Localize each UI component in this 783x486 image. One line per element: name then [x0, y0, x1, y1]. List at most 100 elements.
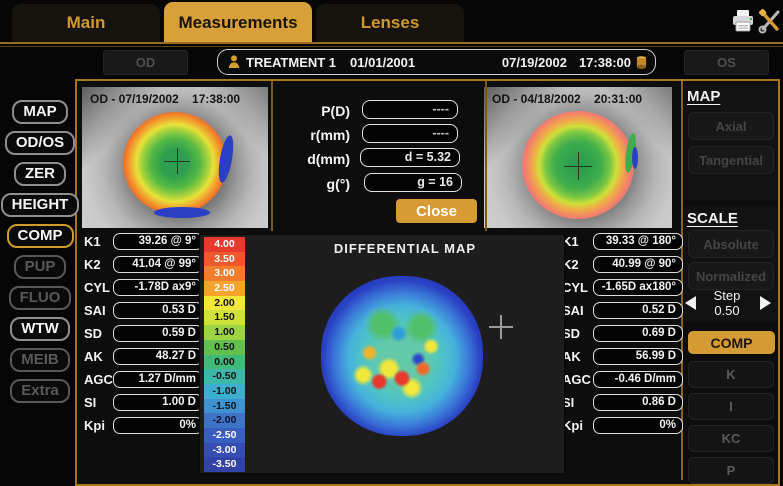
absolute-button[interactable]: Absolute [688, 230, 774, 258]
row-label: CYL [562, 280, 593, 295]
row-value: 0.52 D [593, 302, 683, 319]
scale-cell: -1.50 [204, 399, 245, 414]
p-field[interactable]: ---- [362, 100, 458, 119]
table-row: CYL-1.78D ax9° [84, 279, 203, 296]
table-row: SAI0.52 D [562, 302, 683, 319]
treatment-bar[interactable]: TREATMENT 1 01/01/2001 07/19/2002 17:38:… [217, 49, 656, 75]
map-group: MAP [684, 84, 778, 200]
p-button[interactable]: P [688, 457, 774, 484]
table-row: SI0.86 D [562, 394, 683, 411]
table-row: AGC1.27 D/mm [84, 371, 203, 388]
scale-cell: 3.50 [204, 252, 245, 267]
row-label: AK [562, 349, 593, 364]
os-button[interactable]: OS [684, 50, 769, 75]
normalized-button[interactable]: Normalized [688, 262, 774, 290]
row-value: 40.99 @ 90° [593, 256, 683, 273]
row-label: AK [84, 349, 113, 364]
row-label: K2 [562, 257, 593, 272]
g-field[interactable]: g = 16 [364, 173, 462, 192]
sidebar-item-meib[interactable]: MEIB [10, 348, 70, 372]
scale-cell: 2.00 [204, 296, 245, 311]
exam-time: 17:38:00 [579, 55, 631, 70]
row-value: -1.65D ax180° [593, 279, 683, 296]
table-row: Kpi0% [84, 417, 203, 434]
sidebar-item-zer[interactable]: ZER [14, 162, 66, 186]
tab-main[interactable]: Main [12, 4, 160, 42]
map-title: DIFFERENTIAL MAP [246, 241, 564, 256]
row-value: 0% [113, 417, 203, 434]
exam-photo-right[interactable]: OD - 04/18/2002 20:31:00 [484, 87, 672, 228]
sidebar-item-height[interactable]: HEIGHT [1, 193, 80, 217]
row-label: K1 [562, 234, 593, 249]
od-button[interactable]: OD [103, 50, 188, 75]
row-value: 48.27 D [113, 348, 203, 365]
comp-button[interactable]: COMP [688, 331, 775, 354]
exam-caption-right: OD - 04/18/2002 20:31:00 [492, 92, 642, 106]
row-label: SD [84, 326, 113, 341]
r-field[interactable]: ---- [362, 124, 458, 143]
scale-cell: -3.50 [204, 457, 245, 472]
field-label-g: g(°) [306, 176, 350, 192]
tab-lenses[interactable]: Lenses [316, 4, 464, 42]
i-button[interactable]: I [688, 393, 774, 420]
scale-cell: 2.50 [204, 281, 245, 296]
step-increase-arrow[interactable] [760, 296, 771, 310]
field-label-d: d(mm) [306, 151, 350, 167]
tangential-button[interactable]: Tangential [688, 146, 774, 174]
scale-cell: -2.00 [204, 413, 245, 428]
row-value: 0.86 D [593, 394, 683, 411]
axial-button[interactable]: Axial [688, 112, 774, 140]
treatment-date: 01/01/2001 [350, 55, 415, 70]
close-button[interactable]: Close [396, 199, 477, 223]
patient-icon [228, 55, 240, 69]
table-row: CYL-1.65D ax180° [562, 279, 683, 296]
scale-heading: SCALE [684, 206, 778, 227]
table-row: AK48.27 D [84, 348, 203, 365]
row-label: K1 [84, 234, 113, 249]
row-value: 1.00 D [113, 394, 203, 411]
sidebar-item-od-os[interactable]: OD/OS [5, 131, 75, 155]
sidebar-item-map[interactable]: MAP [12, 100, 67, 124]
scale-cell: -3.00 [204, 443, 245, 458]
step-decrease-arrow[interactable] [685, 296, 696, 310]
sidebar-item-comp[interactable]: COMP [7, 224, 74, 248]
row-label: SD [562, 326, 593, 341]
table-row: SD0.59 D [84, 325, 203, 342]
settings-tools-icon[interactable] [757, 7, 783, 35]
sidebar-item-wtw[interactable]: WTW [10, 317, 69, 341]
map-cursor-crosshair [500, 315, 502, 339]
topo-crosshair [578, 152, 579, 180]
sidebar-item-extra[interactable]: Extra [10, 379, 70, 403]
table-row: K241.04 @ 99° [84, 256, 203, 273]
scale-cell: -0.50 [204, 369, 245, 384]
tab-measurements[interactable]: Measurements [164, 2, 312, 43]
table-row: SD0.69 D [562, 325, 683, 342]
sidebar-item-pup[interactable]: PUP [14, 255, 67, 279]
scale-cell: 1.50 [204, 310, 245, 325]
kc-button[interactable]: KC [688, 425, 774, 452]
row-value: 1.27 D/mm [113, 371, 203, 388]
row-value: 0.69 D [593, 325, 683, 342]
row-label: Kpi [562, 418, 593, 433]
print-icon[interactable] [729, 7, 757, 35]
row-label: AGC [84, 372, 113, 387]
tabbar-underline [0, 42, 783, 44]
k-button[interactable]: K [688, 361, 774, 388]
exam-photo-left[interactable]: OD - 07/19/2002 17:38:00 [82, 87, 268, 228]
row-value: 0.53 D [113, 302, 203, 319]
field-label-r: r(mm) [306, 127, 350, 143]
table-row: AGC-0.46 D/mm [562, 371, 683, 388]
right-data-table: K139.33 @ 180° K240.99 @ 90° CYL-1.65D a… [562, 233, 683, 434]
table-row: K139.33 @ 180° [562, 233, 683, 250]
topo-blue-fringe [154, 207, 210, 218]
exam-caption-left: OD - 07/19/2002 17:38:00 [90, 92, 240, 106]
tabbar-underline-2 [0, 46, 783, 47]
scale-cell: -1.00 [204, 384, 245, 399]
row-label: K2 [84, 257, 113, 272]
row-value: 41.04 @ 99° [113, 256, 203, 273]
topo-crosshair [177, 148, 178, 174]
sidebar-item-fluo[interactable]: FLUO [9, 286, 72, 310]
d-field[interactable]: d = 5.32 [360, 148, 460, 167]
table-row: K240.99 @ 90° [562, 256, 683, 273]
map-heading: MAP [684, 84, 778, 105]
